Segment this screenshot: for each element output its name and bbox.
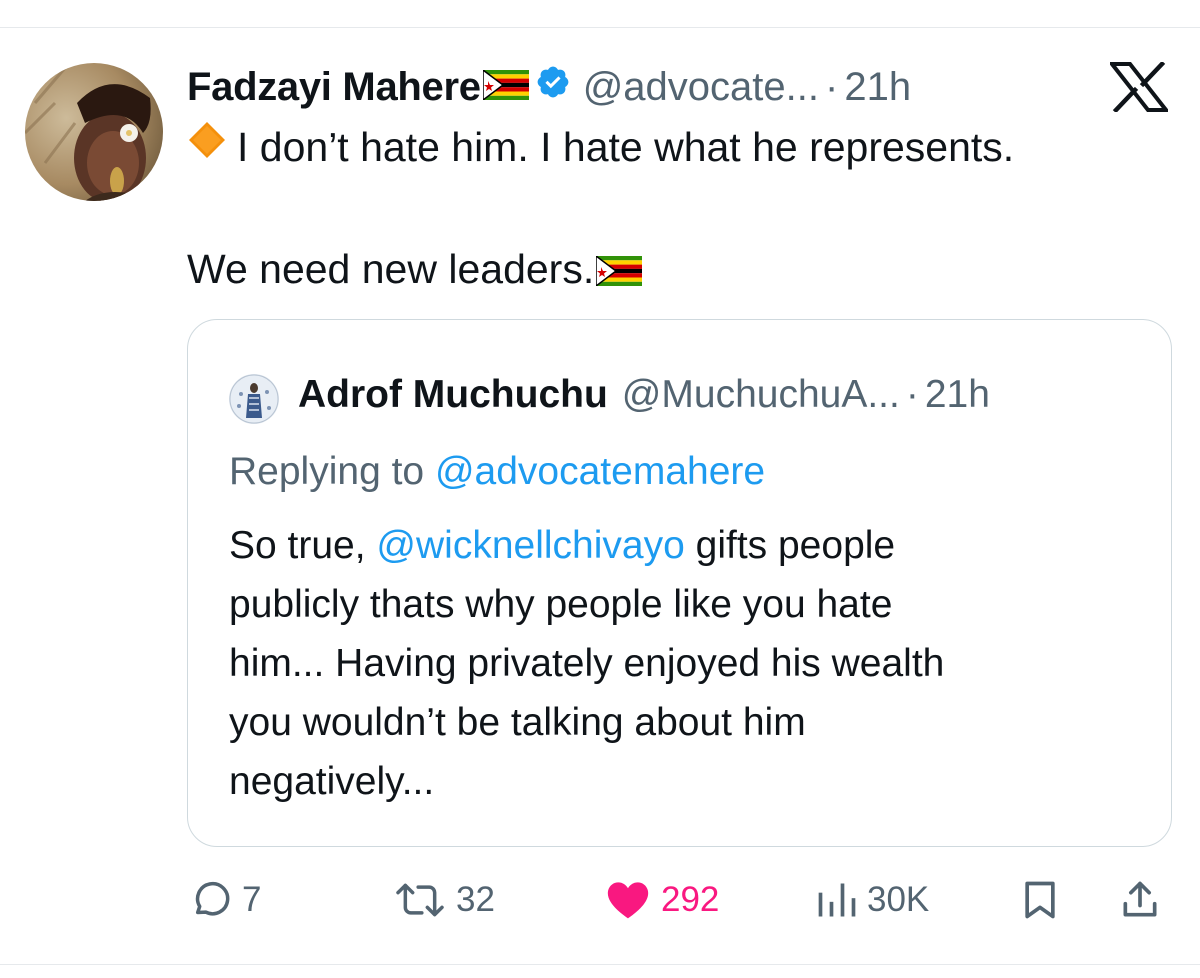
repost-button[interactable]: 32 xyxy=(392,870,495,930)
quoted-body-line-4: you wouldn’t be talking about him xyxy=(229,701,806,744)
bookmark-icon xyxy=(1018,878,1062,922)
tweet-time[interactable]: 21h xyxy=(844,60,911,114)
top-divider xyxy=(0,27,1200,28)
author-handle[interactable]: @advocate... xyxy=(583,60,819,114)
quoted-author-handle[interactable]: @MuchuchuA... xyxy=(622,373,900,417)
quoted-body-line-3: him... Having privately enjoyed his weal… xyxy=(229,642,945,685)
quoted-body-line-1: So true, @wicknellchivayo gifts people xyxy=(229,516,1149,575)
tweet-text-2: We need new leaders. xyxy=(187,246,595,292)
heart-icon xyxy=(603,878,653,922)
bottom-divider xyxy=(0,964,1200,965)
quoted-author-name[interactable]: Adrof Muchuchu xyxy=(298,373,608,417)
author-avatar[interactable] xyxy=(25,63,163,201)
repost-icon xyxy=(392,878,448,922)
zimbabwe-flag-icon xyxy=(481,60,529,114)
repost-count: 32 xyxy=(456,880,495,919)
separator-dot: · xyxy=(825,65,839,109)
separator-dot: · xyxy=(905,373,919,416)
reply-count: 7 xyxy=(242,880,262,919)
replying-to-handle-link[interactable]: @advocatemahere xyxy=(435,450,765,493)
orange-diamond-icon xyxy=(187,120,227,172)
tweet-text-line-1: I don’t hate him. I hate what he represe… xyxy=(187,121,1014,173)
verified-badge-icon xyxy=(535,60,571,114)
quoted-author-avatar[interactable] xyxy=(229,374,279,424)
quoted-body-line-2: publicly thats why people like you hate xyxy=(229,583,893,626)
quoted-tweet-body: So true, @wicknellchivayo gifts people p… xyxy=(229,516,1149,811)
like-count: 292 xyxy=(661,880,720,919)
views-icon xyxy=(815,878,859,922)
author-name[interactable]: Fadzayi Mahere xyxy=(187,60,481,114)
replying-to: Replying to @advocatemahere xyxy=(229,445,765,499)
share-icon xyxy=(1118,878,1162,922)
views-count: 30K xyxy=(867,880,930,919)
tweet-text-1: I don’t hate him. I hate what he represe… xyxy=(237,124,1015,170)
mention-link[interactable]: @wicknellchivayo xyxy=(376,524,684,567)
like-button[interactable]: 292 xyxy=(603,870,719,930)
replying-prefix: Replying to xyxy=(229,450,435,493)
quoted-body-text: So true, xyxy=(229,524,377,567)
quoted-tweet-header: Adrof Muchuchu @MuchuchuA... · 21h xyxy=(298,368,990,422)
reply-icon xyxy=(190,878,234,922)
quoted-tweet-card[interactable]: Adrof Muchuchu @MuchuchuA... · 21h Reply… xyxy=(187,319,1172,847)
share-button[interactable] xyxy=(1118,870,1162,930)
views-button[interactable]: 30K xyxy=(815,870,929,930)
reply-button[interactable]: 7 xyxy=(190,870,261,930)
quoted-tweet-time[interactable]: 21h xyxy=(925,373,990,417)
bookmark-button[interactable] xyxy=(1018,870,1062,930)
zimbabwe-flag-icon xyxy=(595,246,643,298)
quoted-body-text: gifts people xyxy=(684,524,896,567)
x-logo-icon[interactable] xyxy=(1107,60,1171,114)
tweet-text-line-2: We need new leaders. xyxy=(187,243,643,298)
tweet-action-bar: 7 32 292 30K xyxy=(0,870,1200,930)
tweet-header: Fadzayi Mahere @advocate... · 21h xyxy=(187,60,911,114)
quoted-body-line-5: negatively... xyxy=(229,760,435,803)
